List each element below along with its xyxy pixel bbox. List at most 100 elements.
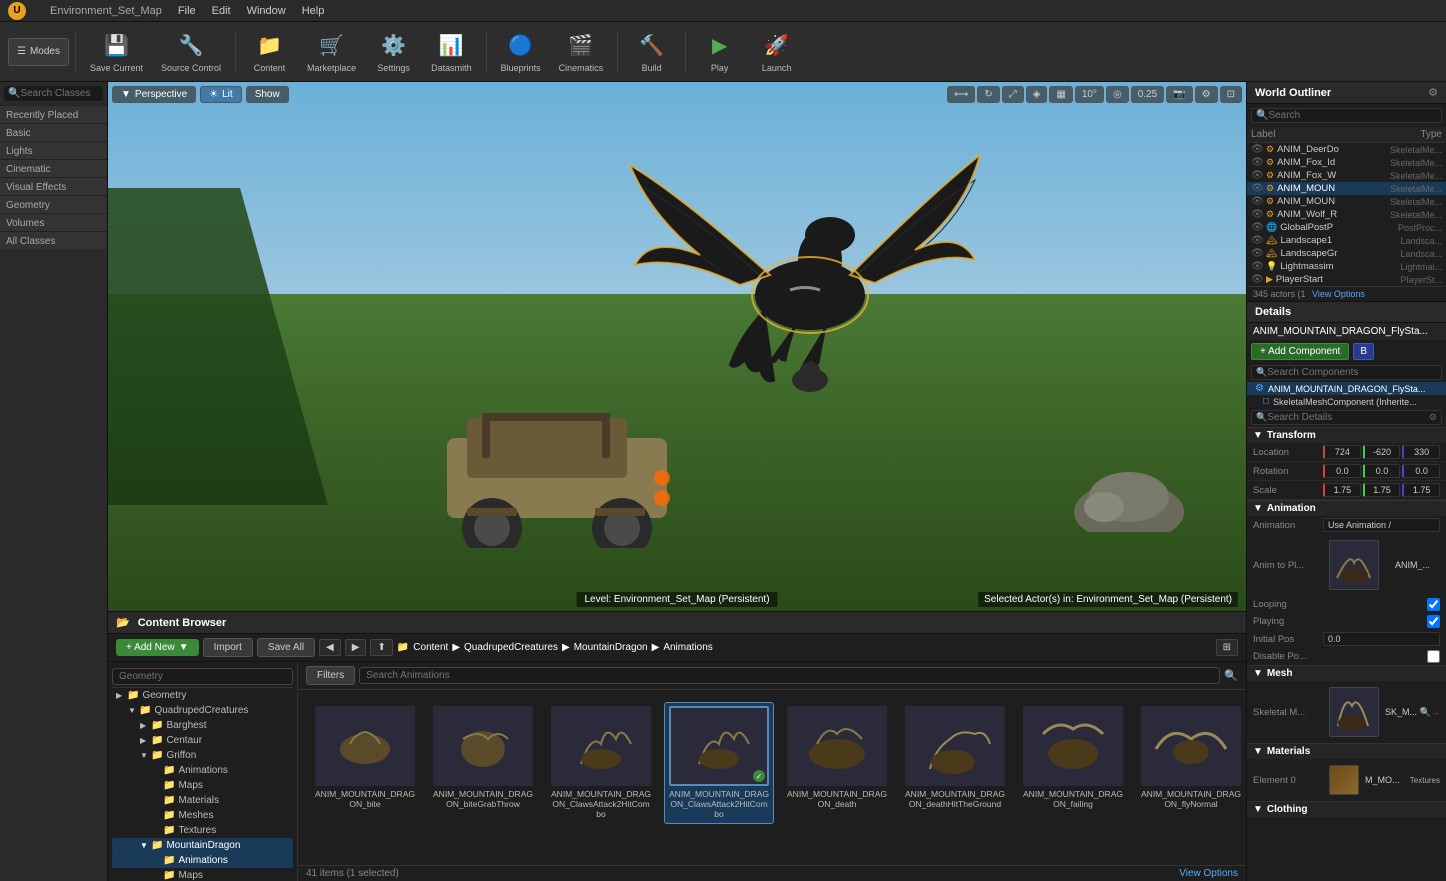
- geometry-section[interactable]: Geometry: [0, 195, 107, 213]
- component-search-input[interactable]: [1267, 367, 1437, 378]
- search-details[interactable]: 🔍 ⚙: [1251, 410, 1442, 425]
- asset-claws-2[interactable]: ✓ ANIM_MOUNTAIN_DRAGON_ClawsAttack2HitCo…: [664, 702, 774, 824]
- actor-landscape1[interactable]: 👁 🏔 Landscape1 Landsca...: [1247, 234, 1446, 247]
- actor-fox-w[interactable]: 👁 ⚙ ANIM_Fox_W SkeletalMe...: [1247, 169, 1446, 182]
- looping-checkbox[interactable]: [1427, 598, 1440, 611]
- animation-section[interactable]: ▼ Animation: [1247, 500, 1446, 516]
- tree-mountaindragon[interactable]: ▼ 📁 MountainDragon: [112, 838, 293, 853]
- toolbar-settings[interactable]: ⚙️ Settings: [366, 25, 421, 78]
- menu-window[interactable]: Window: [247, 5, 286, 17]
- viewport[interactable]: ▼ Perspective ☀ Lit Show ⟷ ↻ ⤢ ◈ ▦ 10°: [108, 82, 1246, 611]
- asset-claws-1[interactable]: ANIM_MOUNTAIN_DRAGON_ClawsAttack2HitComb…: [546, 702, 656, 824]
- tree-griffon-textures[interactable]: 📁 Textures: [112, 823, 293, 838]
- toolbar-launch[interactable]: 🚀 Launch: [749, 25, 804, 78]
- view-options[interactable]: View Options: [1179, 868, 1238, 879]
- vp-maximize-btn[interactable]: ⊡: [1220, 86, 1242, 103]
- toolbar-source-control[interactable]: 🔧 Source Control: [153, 25, 229, 78]
- asset-dragon-bite[interactable]: ANIM_MOUNTAIN_DRAGON_bite: [310, 702, 420, 824]
- mesh-browse-icon[interactable]: 🔍: [1420, 707, 1431, 718]
- visual-effects-section[interactable]: Visual Effects: [0, 177, 107, 195]
- actor-wolf[interactable]: 👁 ⚙ ANIM_Wolf_R SkeletalMe...: [1247, 208, 1446, 221]
- cb-view-toggle[interactable]: ⊞: [1216, 639, 1238, 656]
- menu-file[interactable]: File: [178, 5, 196, 17]
- component-skeletal[interactable]: □ SkeletalMeshComponent (Inherite...: [1247, 395, 1446, 408]
- toolbar-blueprints[interactable]: 🔵 Blueprints: [493, 25, 549, 78]
- rotation-x[interactable]: 0.0: [1323, 464, 1361, 478]
- tree-quadruped[interactable]: ▼ 📁 QuadrupedCreatures: [112, 703, 293, 718]
- breadcrumb-content[interactable]: Content: [413, 642, 448, 653]
- recently-placed-section[interactable]: Recently Placed: [0, 105, 107, 123]
- asset-failing[interactable]: ANIM_MOUNTAIN_DRAGON_failing: [1018, 702, 1128, 824]
- actor-landscapegr[interactable]: 👁 🏔 LandscapeGr Landsca...: [1247, 247, 1446, 260]
- toolbar-cinematics[interactable]: 🎬 Cinematics: [551, 25, 612, 78]
- nav-back-btn[interactable]: ◀: [319, 639, 341, 656]
- anim-type-value[interactable]: Use Animation /: [1323, 518, 1440, 532]
- scale-x[interactable]: 1.75: [1323, 483, 1361, 497]
- vp-scale-btn[interactable]: ⤢: [1002, 86, 1024, 103]
- class-search[interactable]: 🔍: [4, 86, 103, 101]
- outliner-search[interactable]: 🔍: [1251, 108, 1442, 123]
- breadcrumb-animations[interactable]: Animations: [663, 642, 712, 653]
- tree-md-animations[interactable]: 📁 Animations: [112, 853, 293, 868]
- location-z[interactable]: 330: [1402, 445, 1440, 459]
- location-y[interactable]: -620: [1363, 445, 1401, 459]
- outliner-options-icon[interactable]: ⚙: [1428, 86, 1438, 99]
- add-component-button[interactable]: + Add Component: [1251, 343, 1349, 360]
- outliner-search-input[interactable]: [1268, 110, 1437, 121]
- toolbar-play[interactable]: ▶ Play: [692, 25, 747, 78]
- actor-playerstart[interactable]: 👁 ▶ PlayerStart PlayerSt...: [1247, 273, 1446, 286]
- actor-globalpost[interactable]: 👁 🌐 GlobalPostP PostProc...: [1247, 221, 1446, 234]
- viewport-lit-btn[interactable]: ☀ Lit: [200, 86, 242, 103]
- asset-death[interactable]: ANIM_MOUNTAIN_DRAGON_death: [782, 702, 892, 824]
- folder-search-input[interactable]: [112, 668, 293, 685]
- actor-fox-id[interactable]: 👁 ⚙ ANIM_Fox_Id SkeletalMe...: [1247, 156, 1446, 169]
- tree-griffon-meshes[interactable]: 📁 Meshes: [112, 808, 293, 823]
- modes-button[interactable]: ☰ Modes: [8, 38, 69, 66]
- scale-y[interactable]: 1.75: [1363, 483, 1401, 497]
- asset-fly-normal[interactable]: ANIM_MOUNTAIN_DRAGON_flyNormal: [1136, 702, 1246, 824]
- nav-up-btn[interactable]: ⬆: [370, 639, 392, 656]
- actor-dragon-1[interactable]: 👁 ⚙ ANIM_MOUN SkeletalMe...: [1247, 182, 1446, 195]
- component-search[interactable]: 🔍: [1251, 365, 1442, 380]
- breadcrumb-mountaindragon[interactable]: MountainDragon: [574, 642, 648, 653]
- import-button[interactable]: Import: [203, 638, 253, 657]
- component-dragon[interactable]: ⚙ ANIM_MOUNTAIN_DRAGON_FlySta...: [1247, 382, 1446, 395]
- tree-griffon-materials[interactable]: 📁 Materials: [112, 793, 293, 808]
- location-x[interactable]: 724: [1323, 445, 1361, 459]
- tree-griffon-animations[interactable]: 📁 Animations: [112, 763, 293, 778]
- vp-camera-btn[interactable]: 📷: [1166, 86, 1192, 103]
- asset-death-hit[interactable]: ANIM_MOUNTAIN_DRAGON_deathHitTheGround: [900, 702, 1010, 824]
- save-all-button[interactable]: Save All: [257, 638, 315, 657]
- tree-md-maps[interactable]: 📁 Maps: [112, 868, 293, 881]
- tree-griffon-maps[interactable]: 📁 Maps: [112, 778, 293, 793]
- asset-dragon-bitegrab[interactable]: ANIM_MOUNTAIN_DRAGON_biteGrabThrow: [428, 702, 538, 824]
- vp-rotate-btn[interactable]: ↻: [977, 86, 999, 103]
- tree-barghest[interactable]: ▶ 📁 Barghest: [112, 718, 293, 733]
- view-options-btn[interactable]: View Options: [1312, 289, 1365, 299]
- details-options-icon[interactable]: ⚙: [1429, 412, 1437, 423]
- vp-settings-btn[interactable]: ⚙: [1195, 86, 1218, 103]
- tree-centaur[interactable]: ▶ 📁 Centaur: [112, 733, 293, 748]
- vp-snap-btn[interactable]: ◎: [1106, 86, 1129, 103]
- toolbar-content[interactable]: 📁 Content: [242, 25, 297, 78]
- scale-z[interactable]: 1.75: [1402, 483, 1440, 497]
- toolbar-build[interactable]: 🔨 Build: [624, 25, 679, 78]
- menu-help[interactable]: Help: [302, 5, 325, 17]
- vp-snap-angle[interactable]: 0.25: [1131, 86, 1164, 103]
- toolbar-datasmith[interactable]: 📊 Datasmith: [423, 25, 480, 78]
- nav-forward-btn[interactable]: ▶: [345, 639, 367, 656]
- rotation-z[interactable]: 0.0: [1402, 464, 1440, 478]
- rotation-y[interactable]: 0.0: [1363, 464, 1401, 478]
- viewport-show-btn[interactable]: Show: [246, 86, 289, 103]
- vp-grid-size[interactable]: 10°: [1075, 86, 1104, 103]
- toolbar-marketplace[interactable]: 🛒 Marketplace: [299, 25, 364, 78]
- mesh-section[interactable]: ▼ Mesh: [1247, 665, 1446, 681]
- disable-pos-checkbox[interactable]: [1427, 650, 1440, 663]
- basic-section[interactable]: Basic: [0, 123, 107, 141]
- menu-edit[interactable]: Edit: [212, 5, 231, 17]
- tree-griffon[interactable]: ▼ 📁 Griffon: [112, 748, 293, 763]
- add-new-button[interactable]: + Add New ▼: [116, 639, 199, 656]
- tree-geometry[interactable]: ▶ 📁 Geometry: [112, 688, 293, 703]
- actor-dragon-2[interactable]: 👁 ⚙ ANIM_MOUN SkeletalMe...: [1247, 195, 1446, 208]
- materials-section[interactable]: ▼ Materials: [1247, 743, 1446, 759]
